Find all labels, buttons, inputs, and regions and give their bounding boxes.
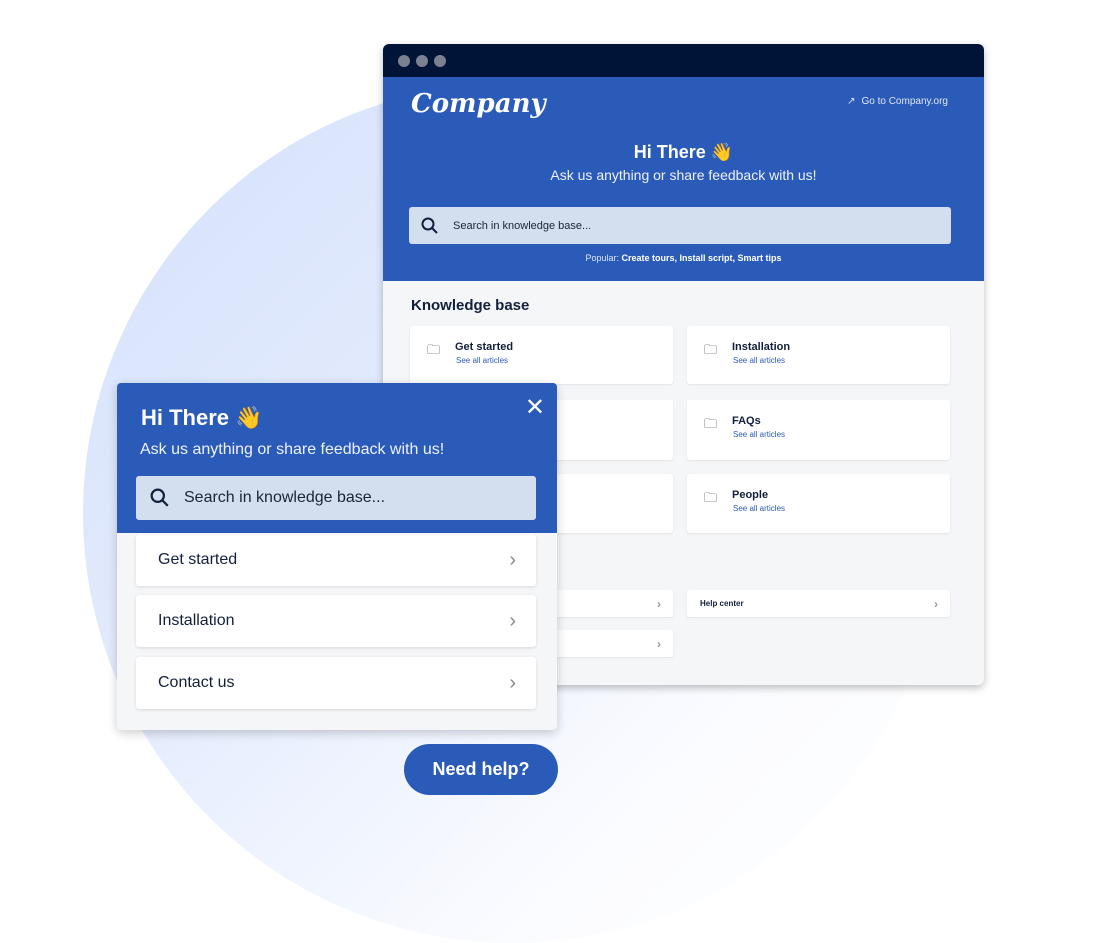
chevron-right-icon: › (509, 609, 516, 632)
see-all-link[interactable]: See all articles (456, 356, 673, 365)
folder-icon: 🗀 (427, 342, 441, 357)
see-all-link[interactable]: See all articles (733, 504, 950, 513)
widget-subtitle: Ask us anything or share feedback with u… (140, 441, 445, 458)
window-dot[interactable] (398, 54, 410, 67)
folder-icon: 🗀 (704, 490, 718, 505)
category-title: People (732, 489, 769, 501)
widget-item[interactable]: Installation › (136, 595, 536, 647)
company-logo[interactable]: Company (411, 89, 546, 119)
popular-label: Popular: (585, 253, 619, 263)
widget-item[interactable]: Get started › (136, 534, 536, 586)
chevron-right-icon: › (509, 671, 516, 694)
widget-item-label: Get started (158, 551, 238, 568)
hero: Company ↗ Go to Company.org Hi There 👋 As… (383, 77, 984, 281)
widget-greeting: Hi There 👋 (141, 405, 263, 430)
popular-searches: Popular: Create tours, Install script, S… (383, 253, 984, 263)
link-row[interactable]: Help center › (687, 590, 950, 617)
category-title: Installation (732, 341, 791, 353)
title-bar (383, 44, 984, 77)
link-label: Help center (700, 599, 744, 608)
search-input[interactable]: Search in knowledge base... (409, 207, 951, 244)
external-link-label: Go to Company.org (861, 96, 948, 107)
see-all-link[interactable]: See all articles (733, 430, 950, 439)
search-icon (150, 488, 169, 507)
help-widget: Hi There 👋 Ask us anything or share feed… (117, 383, 557, 730)
window-dot[interactable] (434, 54, 446, 67)
search-icon (421, 217, 438, 234)
chevron-right-icon: › (657, 636, 661, 651)
external-link-icon: ↗ (847, 96, 856, 107)
category-card[interactable]: 🗀 FAQs See all articles (687, 400, 950, 460)
folder-icon: 🗀 (704, 416, 718, 431)
widget-search-input[interactable]: Search in knowledge base... (136, 476, 536, 520)
category-card[interactable]: 🗀 Installation See all articles (687, 326, 950, 384)
close-icon[interactable]: ✕ (525, 393, 545, 422)
widget-item[interactable]: Contact us › (136, 657, 536, 709)
widget-item-label: Installation (158, 612, 235, 629)
folder-icon: 🗀 (704, 342, 718, 357)
chevron-right-icon: › (509, 548, 516, 571)
popular-links[interactable]: Create tours, Install script, Smart tips (622, 253, 782, 263)
category-title: FAQs (732, 415, 761, 427)
see-all-link[interactable]: See all articles (733, 356, 950, 365)
widget-item-label: Contact us (158, 674, 235, 691)
greeting: Hi There 👋 (633, 142, 734, 162)
subtitle: Ask us anything or share feedback with u… (550, 167, 817, 183)
search-placeholder: Search in knowledge base... (184, 489, 386, 506)
chevron-right-icon: › (657, 596, 661, 611)
chevron-right-icon: › (934, 596, 938, 611)
need-help-button[interactable]: Need help? (404, 744, 558, 795)
category-title: Get started (455, 341, 514, 353)
category-card[interactable]: 🗀 People See all articles (687, 474, 950, 533)
category-card[interactable]: 🗀 Get started See all articles (410, 326, 673, 384)
window-dot[interactable] (416, 54, 428, 67)
kb-title: Knowledge base (411, 297, 530, 314)
search-placeholder: Search in knowledge base... (453, 219, 592, 232)
external-link[interactable]: ↗ Go to Company.org (847, 96, 948, 107)
widget-header: Hi There 👋 Ask us anything or share feed… (117, 383, 557, 533)
